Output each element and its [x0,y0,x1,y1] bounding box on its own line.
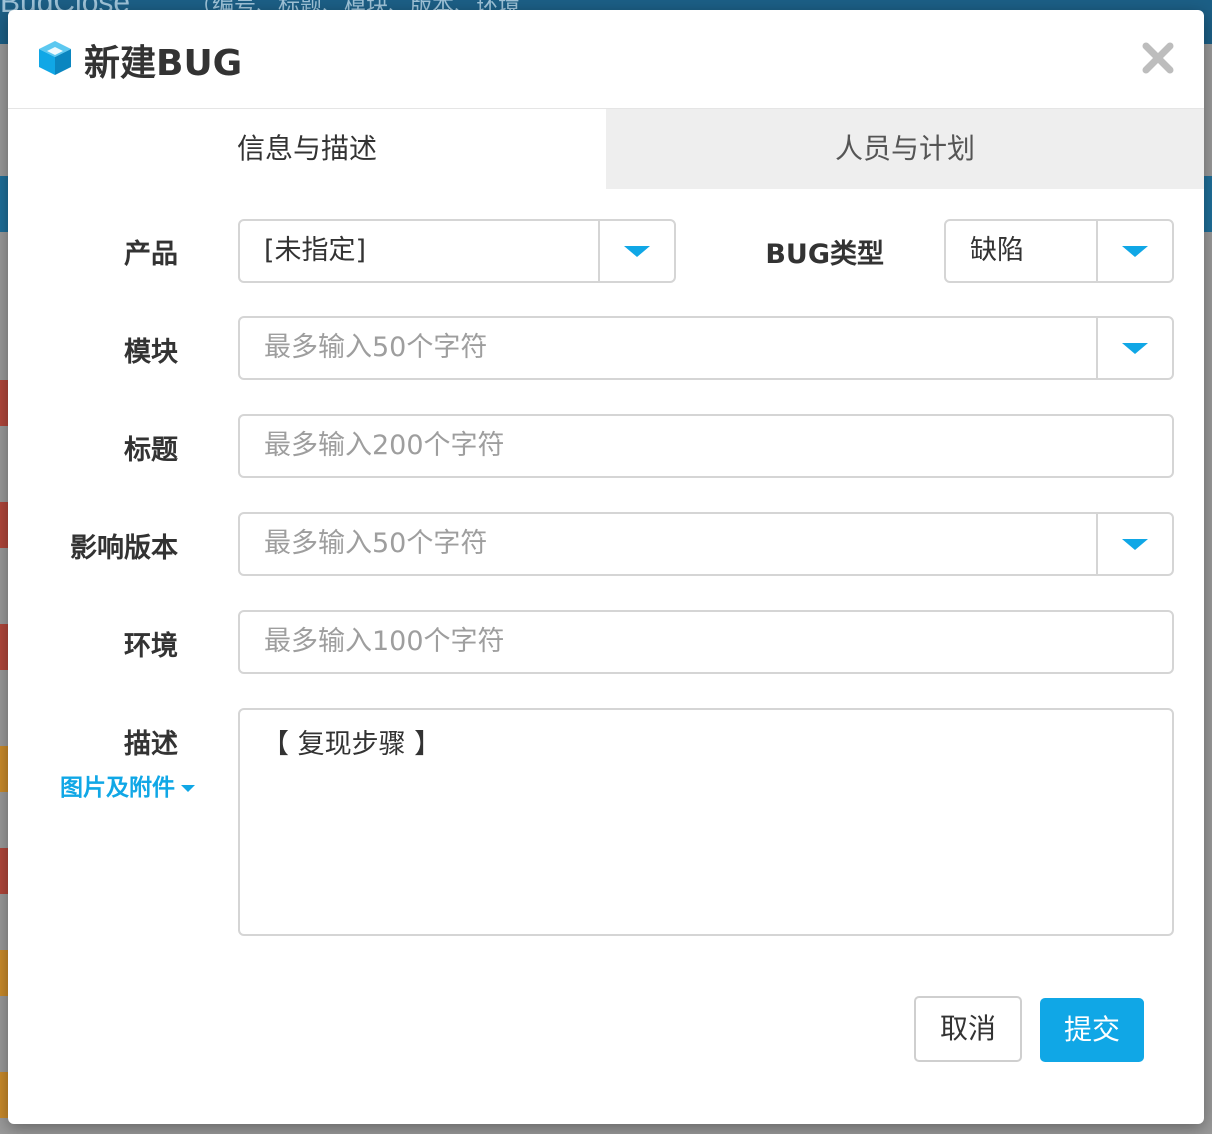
close-icon[interactable] [1136,36,1180,80]
product-dropdown-caret-icon[interactable] [598,221,674,281]
chevron-down-icon [181,785,195,792]
cube-icon [39,41,71,75]
affected-version-label: 影响版本 [70,533,178,564]
description-textarea[interactable]: 【 复现步骤 】 [238,708,1174,936]
product-value: [未指定] [264,235,367,266]
module-label: 模块 [124,337,178,368]
affected-version-input[interactable]: 最多输入50个字符 [238,512,1174,576]
affected-version-placeholder: 最多输入50个字符 [264,528,488,559]
attachments-link-label: 图片及附件 [60,775,175,801]
new-bug-dialog: 新建BUG 信息与描述 人员与计划 产品 [未指定] BUG类型 缺陷 模块 最… [8,10,1204,1124]
product-select[interactable]: [未指定] [238,219,676,283]
environment-label: 环境 [124,631,178,662]
cancel-button[interactable]: 取消 [914,996,1022,1062]
tab-people-plan[interactable]: 人员与计划 [606,109,1204,189]
environment-input[interactable]: 最多输入100个字符 [238,610,1174,674]
bug-type-dropdown-caret-icon[interactable] [1096,221,1172,281]
module-dropdown-caret-icon[interactable] [1096,318,1172,378]
product-label: 产品 [124,239,178,270]
affected-version-dropdown-caret-icon[interactable] [1096,514,1172,574]
title-placeholder: 最多输入200个字符 [264,430,505,461]
description-value: 【 复现步骤 】 [262,729,442,760]
attachments-link[interactable]: 图片及附件 [60,768,195,802]
bug-type-label: BUG类型 [765,239,884,270]
title-label: 标题 [124,435,178,466]
description-label: 描述 [124,729,178,760]
dialog-header: 新建BUG [8,10,1204,109]
bug-type-select[interactable]: 缺陷 [944,219,1174,283]
submit-button[interactable]: 提交 [1040,998,1144,1062]
bug-type-value: 缺陷 [970,235,1024,266]
module-placeholder: 最多输入50个字符 [264,332,488,363]
dialog-tabs: 信息与描述 人员与计划 [8,109,1204,189]
environment-placeholder: 最多输入100个字符 [264,626,505,657]
dialog-title: 新建BUG [84,43,243,84]
title-input[interactable]: 最多输入200个字符 [238,414,1174,478]
module-input[interactable]: 最多输入50个字符 [238,316,1174,380]
tab-info-description[interactable]: 信息与描述 [8,109,606,189]
